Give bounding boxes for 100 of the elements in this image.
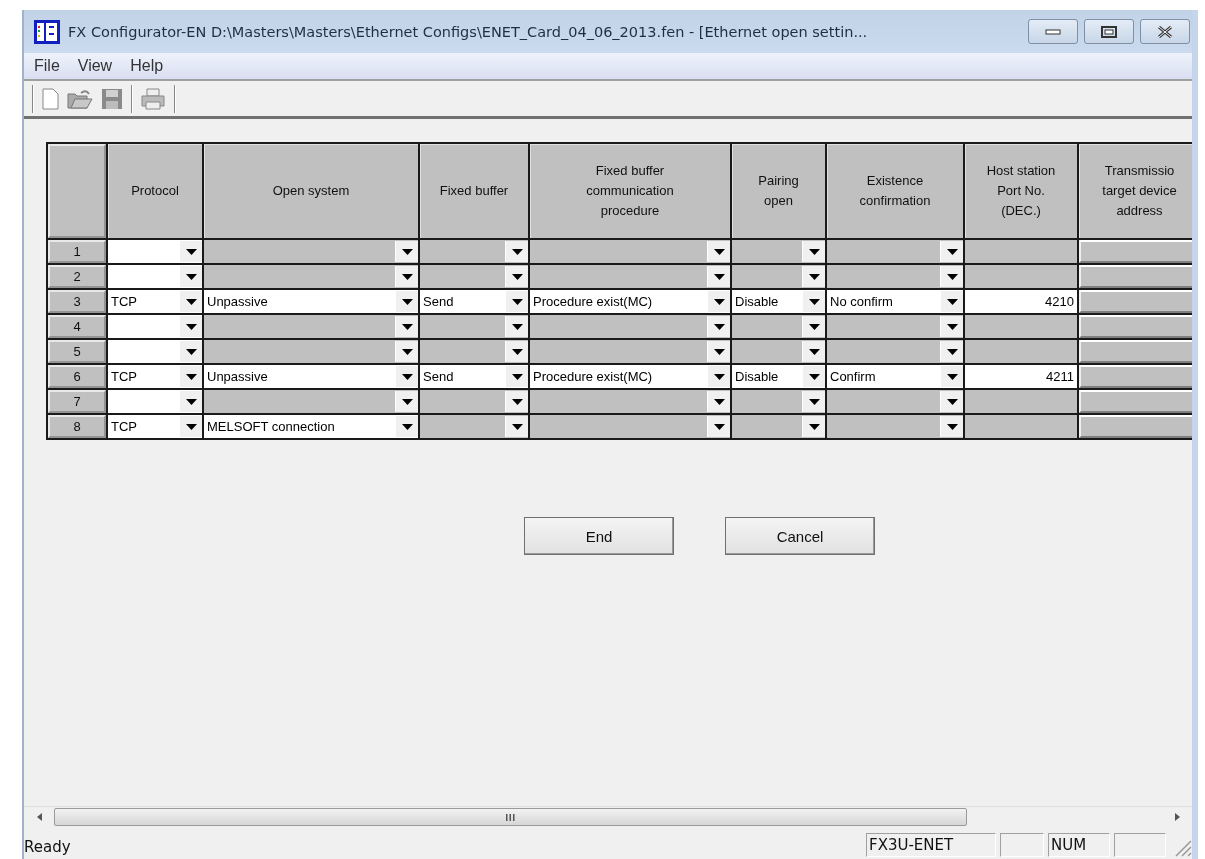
dropdown-button[interactable] <box>395 341 418 362</box>
dropdown-button[interactable] <box>179 391 202 412</box>
dropdown-button[interactable] <box>802 416 825 437</box>
address-field[interactable] <box>1079 315 1192 338</box>
dropdown-field[interactable]: MELSOFT connection <box>204 415 418 438</box>
dropdown-field[interactable] <box>108 265 202 288</box>
dropdown-field[interactable] <box>420 340 528 363</box>
dropdown-field[interactable] <box>204 340 418 363</box>
dropdown-button[interactable] <box>802 366 825 387</box>
address-field[interactable] <box>1079 290 1192 313</box>
dropdown-button[interactable] <box>802 316 825 337</box>
port-field[interactable] <box>965 315 1077 338</box>
dropdown-field[interactable] <box>420 315 528 338</box>
dropdown-field[interactable] <box>827 265 963 288</box>
dropdown-button[interactable] <box>940 316 963 337</box>
dropdown-button[interactable] <box>940 291 963 312</box>
port-field[interactable] <box>965 240 1077 263</box>
address-field[interactable] <box>1079 240 1192 263</box>
address-field[interactable] <box>1079 365 1192 388</box>
dropdown-field[interactable] <box>732 415 825 438</box>
dropdown-field[interactable] <box>204 390 418 413</box>
dropdown-button[interactable] <box>505 266 528 287</box>
address-field[interactable] <box>1079 340 1192 363</box>
dropdown-button[interactable] <box>179 241 202 262</box>
dropdown-button[interactable] <box>395 291 418 312</box>
dropdown-field[interactable] <box>530 265 730 288</box>
dropdown-button[interactable] <box>707 266 730 287</box>
dropdown-button[interactable] <box>395 316 418 337</box>
dropdown-button[interactable] <box>940 366 963 387</box>
port-field[interactable] <box>965 390 1077 413</box>
port-field[interactable]: 4211 <box>965 365 1077 388</box>
dropdown-button[interactable] <box>707 391 730 412</box>
dropdown-field[interactable] <box>204 315 418 338</box>
scroll-thumb[interactable] <box>54 808 967 826</box>
dropdown-field[interactable]: TCP <box>108 290 202 313</box>
dropdown-button[interactable] <box>395 241 418 262</box>
dropdown-field[interactable] <box>530 415 730 438</box>
dropdown-field[interactable]: TCP <box>108 365 202 388</box>
dropdown-field[interactable]: TCP <box>108 415 202 438</box>
dropdown-button[interactable] <box>179 316 202 337</box>
menu-item[interactable]: View <box>71 57 125 75</box>
horizontal-scrollbar[interactable] <box>24 806 1192 827</box>
dropdown-button[interactable] <box>179 416 202 437</box>
dropdown-button[interactable] <box>802 266 825 287</box>
dropdown-field[interactable] <box>827 315 963 338</box>
dropdown-field[interactable] <box>420 415 528 438</box>
close-button[interactable] <box>1140 19 1190 44</box>
dropdown-button[interactable] <box>395 391 418 412</box>
dropdown-button[interactable] <box>505 241 528 262</box>
dropdown-field[interactable] <box>827 340 963 363</box>
dialog-button[interactable]: End <box>524 517 674 555</box>
scroll-right-icon[interactable] <box>1174 813 1180 821</box>
address-field[interactable] <box>1079 265 1192 288</box>
dropdown-field[interactable]: Send <box>420 290 528 313</box>
dropdown-button[interactable] <box>179 341 202 362</box>
dropdown-field[interactable] <box>827 240 963 263</box>
dropdown-button[interactable] <box>179 266 202 287</box>
dropdown-field[interactable] <box>530 240 730 263</box>
port-field[interactable]: 4210 <box>965 290 1077 313</box>
menu-item[interactable]: Help <box>124 57 176 75</box>
dropdown-button[interactable] <box>707 366 730 387</box>
dropdown-field[interactable] <box>732 390 825 413</box>
dropdown-button[interactable] <box>707 416 730 437</box>
dropdown-field[interactable]: Unpassive <box>204 290 418 313</box>
dropdown-button[interactable] <box>505 391 528 412</box>
dropdown-field[interactable] <box>204 265 418 288</box>
dropdown-field[interactable] <box>827 390 963 413</box>
dropdown-button[interactable] <box>707 291 730 312</box>
dropdown-button[interactable] <box>940 241 963 262</box>
dropdown-field[interactable] <box>732 240 825 263</box>
minimize-button[interactable] <box>1028 19 1078 44</box>
dropdown-button[interactable] <box>802 291 825 312</box>
dropdown-field[interactable] <box>420 390 528 413</box>
dropdown-button[interactable] <box>395 266 418 287</box>
dropdown-field[interactable] <box>732 315 825 338</box>
dropdown-field[interactable] <box>420 265 528 288</box>
restore-button[interactable] <box>1084 19 1134 44</box>
dropdown-field[interactable]: Disable <box>732 365 825 388</box>
dropdown-button[interactable] <box>179 366 202 387</box>
dropdown-field[interactable]: No confirm <box>827 290 963 313</box>
dropdown-field[interactable]: Procedure exist(MC) <box>530 365 730 388</box>
dropdown-button[interactable] <box>802 341 825 362</box>
dropdown-field[interactable] <box>108 390 202 413</box>
scroll-left-icon[interactable] <box>36 813 42 821</box>
dropdown-field[interactable] <box>108 315 202 338</box>
dropdown-button[interactable] <box>940 266 963 287</box>
dropdown-field[interactable]: Send <box>420 365 528 388</box>
dropdown-button[interactable] <box>395 366 418 387</box>
port-field[interactable] <box>965 265 1077 288</box>
dropdown-field[interactable] <box>204 240 418 263</box>
dropdown-field[interactable]: Disable <box>732 290 825 313</box>
dropdown-button[interactable] <box>505 366 528 387</box>
dropdown-field[interactable] <box>108 240 202 263</box>
dropdown-button[interactable] <box>179 291 202 312</box>
dropdown-button[interactable] <box>505 291 528 312</box>
dropdown-field[interactable] <box>108 340 202 363</box>
dropdown-field[interactable] <box>827 415 963 438</box>
dropdown-field[interactable]: Confirm <box>827 365 963 388</box>
dropdown-field[interactable]: Procedure exist(MC) <box>530 290 730 313</box>
dialog-button[interactable]: Cancel <box>725 517 875 555</box>
